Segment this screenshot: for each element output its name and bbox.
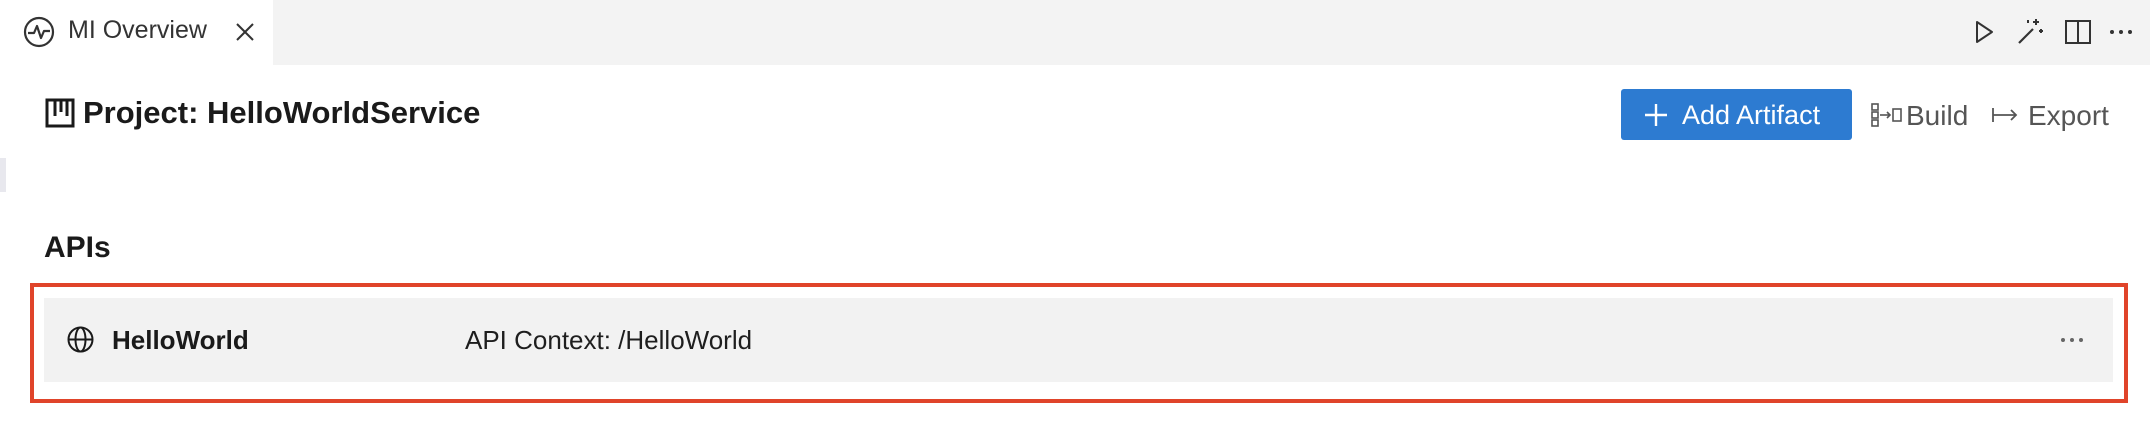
page-title: Project: HelloWorldService: [83, 95, 481, 130]
run-icon[interactable]: [1967, 16, 1999, 48]
build-icon: [1871, 103, 1902, 127]
pulse-icon: [23, 16, 55, 48]
project-icon: [45, 98, 75, 128]
tab-mi-overview[interactable]: MI Overview: [0, 0, 273, 65]
build-label: Build: [1906, 100, 1969, 131]
editor-tab-bar: MI Overview: [0, 0, 2150, 65]
apis-section-title: APIs: [44, 231, 111, 264]
sidebar-edge: [0, 158, 6, 192]
highlight-box: [30, 283, 2128, 403]
plus-icon: [1645, 104, 1667, 126]
close-icon[interactable]: [232, 19, 258, 45]
more-actions-icon[interactable]: [2105, 16, 2137, 48]
magic-wand-icon[interactable]: [2014, 16, 2046, 48]
tab-title: MI Overview: [68, 16, 207, 44]
export-icon: [1992, 108, 2018, 122]
split-editor-icon[interactable]: [2062, 16, 2094, 48]
export-label: Export: [2028, 100, 2109, 131]
add-artifact-button[interactable]: Add Artifact: [1621, 89, 1852, 140]
add-artifact-label: Add Artifact: [1682, 100, 1821, 130]
